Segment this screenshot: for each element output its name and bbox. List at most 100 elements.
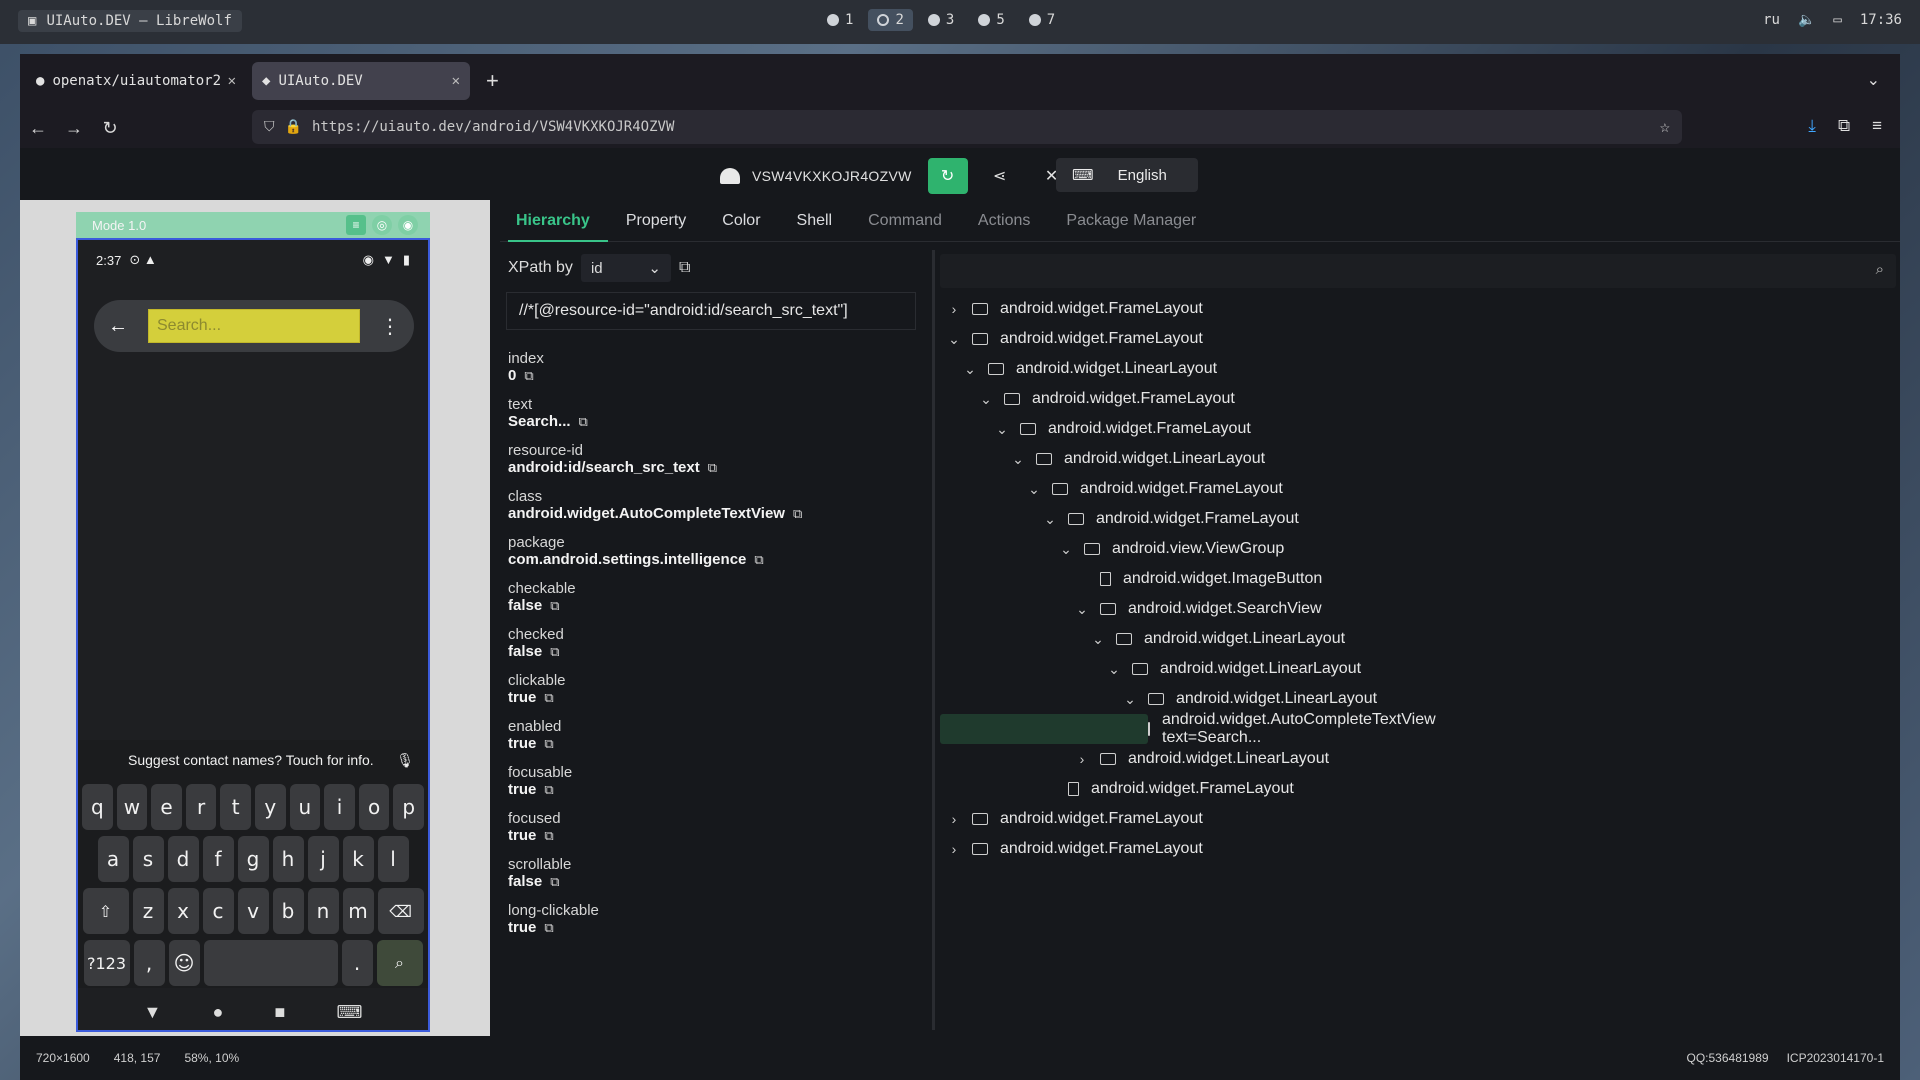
chevron-down-icon[interactable]: ⌄: [1058, 541, 1074, 558]
chevron-down-icon[interactable]: ⌄: [1090, 631, 1106, 648]
tab-package-manager[interactable]: Package Manager: [1066, 212, 1196, 230]
microphone-icon[interactable]: 🎙: [396, 752, 414, 769]
tree-node[interactable]: ⌄ android.widget.LinearLayout: [940, 354, 1900, 384]
tree-node[interactable]: ⌄ android.widget.LinearLayout: [940, 684, 1900, 714]
copy-icon[interactable]: ⧉: [544, 828, 553, 844]
volume-icon[interactable]: 🔈: [1798, 12, 1815, 28]
bookmark-star-icon[interactable]: ☆: [1660, 117, 1670, 137]
copy-icon[interactable]: ⧉: [550, 644, 559, 660]
key[interactable]: t: [220, 784, 251, 830]
new-tab-button[interactable]: +: [476, 68, 509, 94]
key[interactable]: s: [132, 836, 164, 882]
tree-node[interactable]: › android.widget.FrameLayout: [940, 834, 1900, 864]
back-arrow-icon[interactable]: ←: [20, 118, 56, 139]
key[interactable]: h: [272, 836, 304, 882]
chevron-down-icon[interactable]: ⌄: [1010, 451, 1026, 468]
tree-node[interactable]: ⌄ android.widget.SearchView: [940, 594, 1900, 624]
chevron-right-icon[interactable]: ›: [946, 301, 962, 317]
search-icon[interactable]: ⌕: [1876, 261, 1884, 278]
xpath-mode-select[interactable]: id ⌄: [580, 254, 671, 282]
workspace-2[interactable]: 2: [868, 9, 913, 31]
nav-home-icon[interactable]: ●: [212, 1002, 223, 1023]
search-key-icon[interactable]: ⌕: [376, 940, 423, 986]
emoji-key-icon[interactable]: ☺: [168, 940, 200, 986]
key[interactable]: z: [132, 888, 164, 934]
nav-back-icon[interactable]: ▼: [144, 1002, 162, 1023]
search-input[interactable]: Search...: [148, 309, 360, 343]
tree-node[interactable]: › android.widget.FrameLayout: [940, 294, 1900, 324]
key[interactable]: l: [377, 836, 409, 882]
backspace-key-icon[interactable]: ⌫: [377, 888, 424, 934]
key[interactable]: j: [307, 836, 339, 882]
tree-node[interactable]: ⌄ android.widget.LinearLayout: [940, 444, 1900, 474]
chevron-down-icon[interactable]: ⌄: [946, 331, 962, 348]
record-icon[interactable]: ◉: [398, 215, 418, 235]
keyboard-switch-icon[interactable]: ⌨: [336, 1002, 362, 1023]
chevron-down-icon[interactable]: ⌄: [978, 391, 994, 408]
chevron-down-icon[interactable]: ⌄: [1042, 511, 1058, 528]
shift-key-icon[interactable]: ⇧: [82, 888, 129, 934]
close-tab-icon[interactable]: ✕: [452, 73, 460, 89]
key[interactable]: f: [202, 836, 234, 882]
tree-node[interactable]: ⌄ android.widget.FrameLayout: [940, 474, 1900, 504]
keyboard-suggestion-bar[interactable]: Suggest contact names? Touch for info. 🎙: [78, 740, 428, 780]
list-tabs-chevron-icon[interactable]: ⌄: [1867, 70, 1880, 90]
chevron-down-icon[interactable]: ⌄: [1074, 601, 1090, 618]
shield-icon[interactable]: ⛉: [264, 119, 275, 135]
copy-icon[interactable]: ⧉: [550, 598, 559, 614]
key[interactable]: v: [237, 888, 269, 934]
copy-icon[interactable]: ⧉: [524, 368, 533, 384]
tree-node[interactable]: android.widget.AutoCompleteTextView text…: [940, 711, 1436, 746]
space-key[interactable]: [203, 940, 338, 986]
chevron-down-icon[interactable]: ⌄: [994, 421, 1010, 438]
key[interactable]: a: [97, 836, 129, 882]
hierarchy-search-input[interactable]: ⌕: [940, 254, 1896, 288]
workspace-7[interactable]: 7: [1020, 9, 1064, 31]
copy-icon[interactable]: ⧉: [550, 874, 559, 890]
keyboard-layout[interactable]: ru: [1763, 12, 1780, 28]
workspace-5[interactable]: 5: [969, 9, 1013, 31]
key[interactable]: u: [289, 784, 321, 830]
tree-node[interactable]: ⌄ android.widget.FrameLayout: [940, 384, 1900, 414]
share-icon[interactable]: ⋖: [980, 158, 1020, 194]
key[interactable]: e: [151, 784, 182, 830]
key[interactable]: b: [272, 888, 304, 934]
key[interactable]: o: [358, 784, 390, 830]
tab-command[interactable]: Command: [868, 212, 942, 230]
xpath-field[interactable]: //*[@resource-id="android:id/search_src_…: [506, 292, 916, 330]
copy-icon[interactable]: ⧉: [544, 782, 553, 798]
lock-icon[interactable]: 🔒: [285, 119, 302, 135]
nav-recents-icon[interactable]: ■: [274, 1002, 285, 1023]
chevron-right-icon[interactable]: ›: [946, 841, 962, 857]
reload-icon[interactable]: ↻: [92, 118, 128, 139]
display-icon[interactable]: ▭: [1833, 12, 1841, 28]
chevron-right-icon[interactable]: ›: [1074, 751, 1090, 767]
copy-icon[interactable]: ⧉: [708, 460, 717, 476]
extensions-icon[interactable]: ⧉: [1838, 116, 1850, 136]
url-bar[interactable]: ⛉ 🔒 https://uiauto.dev/android/VSW4VKXKO…: [252, 110, 1682, 144]
copy-icon[interactable]: ⧉: [754, 552, 763, 568]
copy-icon[interactable]: ⧉: [793, 506, 802, 522]
forward-arrow-icon[interactable]: →: [56, 118, 92, 139]
chevron-right-icon[interactable]: ›: [946, 811, 962, 827]
tree-node[interactable]: ⌄ android.widget.LinearLayout: [940, 624, 1900, 654]
key[interactable]: k: [342, 836, 374, 882]
copy-icon[interactable]: ⧉: [544, 736, 553, 752]
copy-icon[interactable]: ⧉: [544, 690, 553, 706]
panel-divider[interactable]: [932, 250, 935, 1030]
symbols-key[interactable]: ?123: [83, 940, 130, 986]
chevron-down-icon[interactable]: ⌄: [1122, 691, 1138, 708]
workspace-1[interactable]: 1: [818, 9, 862, 31]
tree-node[interactable]: › android.widget.LinearLayout: [940, 744, 1900, 774]
period-key[interactable]: .: [341, 940, 373, 986]
tree-node[interactable]: ⌄ android.widget.FrameLayout: [940, 324, 1900, 354]
key[interactable]: n: [307, 888, 339, 934]
key[interactable]: d: [167, 836, 199, 882]
key[interactable]: y: [255, 784, 286, 830]
tree-node[interactable]: ⌄ android.view.ViewGroup: [940, 534, 1900, 564]
key[interactable]: i: [324, 784, 355, 830]
key[interactable]: p: [393, 784, 424, 830]
key[interactable]: x: [167, 888, 199, 934]
device-screen[interactable]: 2:37 ⊙ ▲ ◉ ▼ ▮ ← Search... ⋮ Suggest con…: [76, 238, 430, 1032]
close-tab-icon[interactable]: ✕: [228, 73, 236, 89]
